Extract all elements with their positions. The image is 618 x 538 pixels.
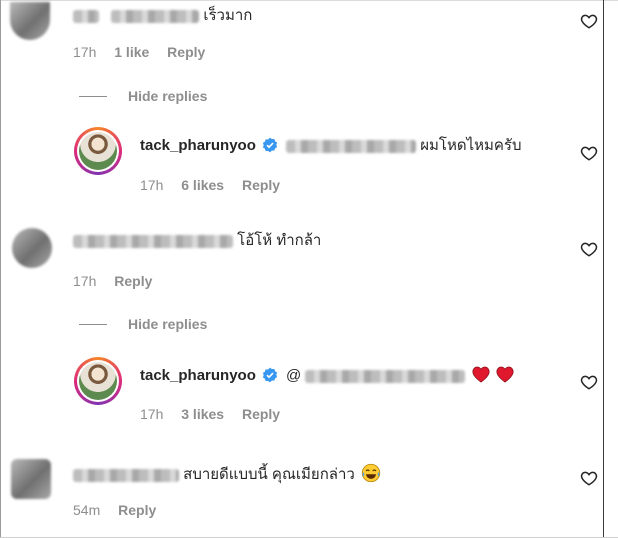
tears-of-joy-emoji — [361, 463, 381, 483]
comment-meta: 54m Reply — [73, 502, 170, 518]
reply-row: tack_pharunyoo @ — [140, 366, 514, 385]
blurred-username[interactable] — [73, 468, 179, 482]
avatar[interactable] — [12, 228, 52, 268]
heart-outline-icon[interactable] — [580, 373, 598, 391]
blurred-username[interactable] — [73, 9, 99, 23]
reply-row: tack_pharunyoo ผมโหดไหมครับ — [140, 137, 522, 155]
verified-badge-icon — [262, 137, 277, 153]
hide-replies-line — [79, 96, 107, 97]
comment-text: สบายดีแบบนี้ คุณเมียกล่าว — [183, 466, 355, 483]
comment-text: โอ้โห้ ทำกล้า — [237, 232, 322, 249]
avatar-story-ring[interactable] — [74, 357, 122, 405]
avatar — [79, 132, 117, 170]
username[interactable]: tack_pharunyoo — [140, 137, 256, 154]
comment-time: 54m — [73, 502, 101, 518]
mention-prefix: @ — [286, 367, 302, 384]
avatar-story-ring[interactable] — [74, 127, 122, 175]
blurred-username[interactable] — [73, 234, 233, 248]
comment-time: 17h — [140, 406, 164, 422]
comment-row: สบายดีแบบนี้ คุณเมียกล่าว — [73, 463, 381, 484]
username[interactable]: tack_pharunyoo — [140, 367, 256, 384]
hide-replies-button[interactable]: Hide replies — [128, 88, 207, 104]
likes-count[interactable]: 6 likes — [181, 177, 224, 193]
comment-time: 17h — [73, 44, 97, 60]
reply-button[interactable]: Reply — [167, 44, 205, 60]
hide-replies-button[interactable]: Hide replies — [128, 316, 207, 332]
blurred-mention[interactable] — [305, 369, 466, 383]
red-heart-emoji — [472, 366, 490, 383]
comment-row: โอ้โห้ ทำกล้า — [73, 232, 321, 250]
reply-meta: 17h 3 likes Reply — [140, 406, 294, 422]
heart-outline-icon[interactable] — [580, 12, 598, 30]
comment-time: 17h — [140, 177, 164, 193]
heart-outline-icon[interactable] — [580, 144, 598, 162]
reply-button[interactable]: Reply — [118, 502, 156, 518]
heart-outline-icon[interactable] — [580, 240, 598, 258]
hide-replies-line — [79, 324, 107, 325]
comment-time: 17h — [73, 273, 97, 289]
avatar[interactable] — [11, 459, 51, 499]
comment-meta: 17h 1 like Reply — [73, 44, 219, 60]
comment-text: ผมโหดไหมครับ — [420, 137, 522, 154]
avatar[interactable] — [10, 2, 50, 40]
verified-badge-icon — [262, 367, 277, 383]
blurred-mention[interactable] — [286, 139, 417, 153]
reply-button[interactable]: Reply — [242, 177, 280, 193]
reply-button[interactable]: Reply — [114, 273, 152, 289]
comment-meta: 17h Reply — [73, 273, 166, 289]
frame-top-border — [0, 0, 618, 1]
likes-count[interactable]: 3 likes — [181, 406, 224, 422]
comment-row: เร็วมาก — [73, 7, 252, 25]
heart-outline-icon[interactable] — [580, 469, 598, 487]
avatar — [79, 362, 117, 400]
comment-text: เร็วมาก — [203, 7, 253, 24]
likes-count[interactable]: 1 like — [114, 44, 149, 60]
blurred-username — [111, 9, 200, 23]
frame-right-border — [603, 0, 604, 538]
reply-meta: 17h 6 likes Reply — [140, 177, 294, 193]
frame-left-border — [0, 0, 1, 538]
red-heart-emoji — [496, 366, 514, 383]
reply-button[interactable]: Reply — [242, 406, 280, 422]
